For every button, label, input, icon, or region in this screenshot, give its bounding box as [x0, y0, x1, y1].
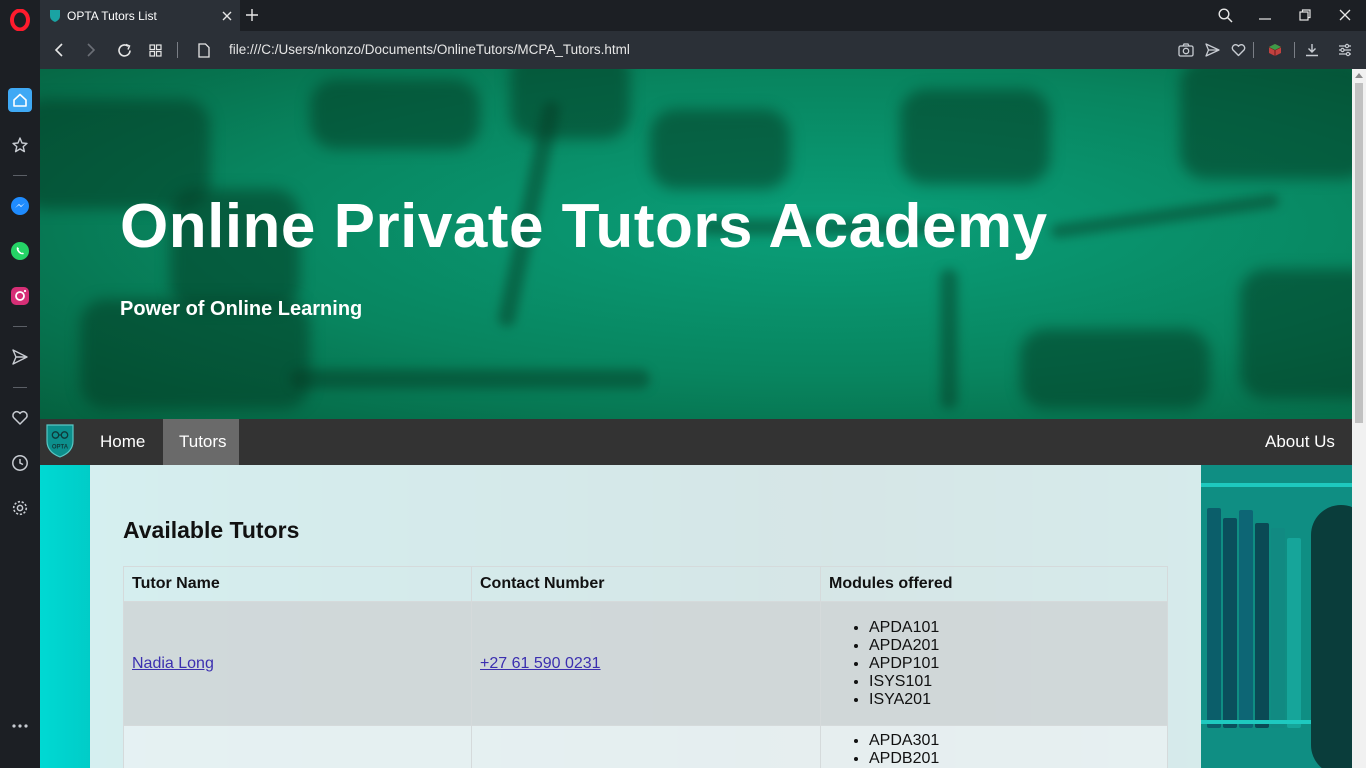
search-tabs-icon[interactable]	[1213, 4, 1237, 26]
module-item: APDB201	[869, 750, 1159, 768]
browser-sidebar	[0, 0, 40, 768]
tab-title: OPTA Tutors List	[67, 8, 157, 23]
easy-setup-icon[interactable]	[1334, 39, 1356, 61]
opta-logo[interactable]: OPTA	[45, 421, 75, 459]
bookmarks-star-icon[interactable]	[8, 133, 32, 157]
minimize-window-icon[interactable]	[1253, 4, 1277, 26]
scroll-thumb[interactable]	[1355, 83, 1363, 423]
tutor-name-cell: Nadia Long	[123, 601, 472, 726]
sidebar-separator	[13, 387, 27, 388]
extension-cube-icon[interactable]	[1264, 39, 1286, 61]
section-title: Available Tutors	[123, 517, 300, 543]
site-navbar: OPTA Home Tutors About Us	[40, 419, 1352, 465]
tutor-name-cell	[123, 725, 472, 768]
close-tab-icon[interactable]	[222, 11, 232, 21]
header-contact-number: Contact Number	[471, 566, 821, 602]
module-item: ISYA201	[869, 691, 1159, 709]
close-window-icon[interactable]	[1333, 4, 1357, 26]
tab-bar: OPTA Tutors List	[40, 0, 1366, 31]
sidebar-separator	[13, 175, 27, 176]
back-icon[interactable]	[48, 39, 70, 61]
new-tab-button[interactable]	[240, 4, 264, 26]
send-page-icon[interactable]	[1201, 39, 1223, 61]
restore-window-icon[interactable]	[1293, 4, 1317, 26]
bookmark-heart-icon[interactable]	[1227, 39, 1249, 61]
modules-cell: APDA101 APDA201 APDP101 ISYS101 ISYA201	[820, 601, 1168, 726]
table-row: Nadia Long +27 61 590 0231 APDA101 APDA2…	[123, 601, 1168, 726]
scroll-up-arrow-icon[interactable]	[1355, 73, 1363, 78]
file-page-icon	[193, 39, 215, 61]
tutor-name-link[interactable]: Nadia Long	[132, 655, 214, 672]
nav-tutors-link[interactable]: Tutors	[163, 419, 239, 465]
opera-logo-icon[interactable]	[8, 8, 32, 32]
toolbar-divider	[177, 42, 178, 58]
home-icon[interactable]	[8, 88, 32, 112]
hero-banner: Online Private Tutors Academy Power of O…	[40, 69, 1352, 419]
address-input[interactable]: file:///C:/Users/nkonzo/Documents/Online…	[229, 42, 630, 57]
vertical-scrollbar[interactable]	[1352, 69, 1366, 768]
module-item: APDP101	[869, 655, 1159, 673]
hero-subtitle: Power of Online Learning	[120, 298, 363, 320]
logo-text: OPTA	[52, 445, 69, 451]
nav-about-link[interactable]: About Us	[1249, 419, 1351, 465]
module-item: APDA201	[869, 637, 1159, 655]
hero-title: Online Private Tutors Academy	[120, 192, 1048, 261]
page-viewport: Online Private Tutors Academy Power of O…	[40, 69, 1352, 768]
reload-icon[interactable]	[113, 39, 135, 61]
modules-cell: APDA301 APDB201	[820, 725, 1168, 768]
nav-home-link[interactable]: Home	[84, 419, 161, 465]
tab-grid-icon[interactable]	[144, 39, 166, 61]
table-header-row: Tutor Name Contact Number Modules offere…	[123, 566, 1168, 602]
address-bar: file:///C:/Users/nkonzo/Documents/Online…	[40, 31, 1366, 69]
modules-list: APDA101 APDA201 APDP101 ISYS101 ISYA201	[829, 619, 1159, 709]
module-item: APDA301	[869, 732, 1159, 750]
active-tab[interactable]: OPTA Tutors List	[40, 0, 240, 31]
more-dots-icon[interactable]	[8, 714, 32, 738]
shield-favicon-icon	[49, 9, 61, 23]
tutors-table: Tutor Name Contact Number Modules offere…	[123, 566, 1168, 768]
downloads-icon[interactable]	[1301, 39, 1323, 61]
bookshelf-photo	[1201, 465, 1352, 768]
messenger-icon[interactable]	[8, 194, 32, 218]
forward-icon[interactable]	[80, 39, 102, 61]
heart-icon[interactable]	[8, 406, 32, 430]
snapshot-camera-icon[interactable]	[1175, 39, 1197, 61]
header-tutor-name: Tutor Name	[123, 566, 472, 602]
history-clock-icon[interactable]	[8, 451, 32, 475]
settings-gear-icon[interactable]	[8, 496, 32, 520]
toolbar-divider	[1294, 42, 1295, 58]
module-item: ISYS101	[869, 673, 1159, 691]
sidebar-separator	[13, 326, 27, 327]
send-icon[interactable]	[8, 345, 32, 369]
table-row: APDA301 APDB201	[123, 725, 1168, 768]
contact-cell	[471, 725, 821, 768]
header-modules-offered: Modules offered	[820, 566, 1168, 602]
contact-cell: +27 61 590 0231	[471, 601, 821, 726]
toolbar-divider	[1253, 42, 1254, 58]
modules-list: APDA301 APDB201	[829, 726, 1159, 768]
instagram-icon[interactable]	[8, 284, 32, 308]
contact-number-link[interactable]: +27 61 590 0231	[480, 655, 601, 672]
module-item: APDA101	[869, 619, 1159, 637]
tutors-panel: Available Tutors Tutor Name Contact Numb…	[90, 465, 1201, 768]
whatsapp-icon[interactable]	[8, 239, 32, 263]
